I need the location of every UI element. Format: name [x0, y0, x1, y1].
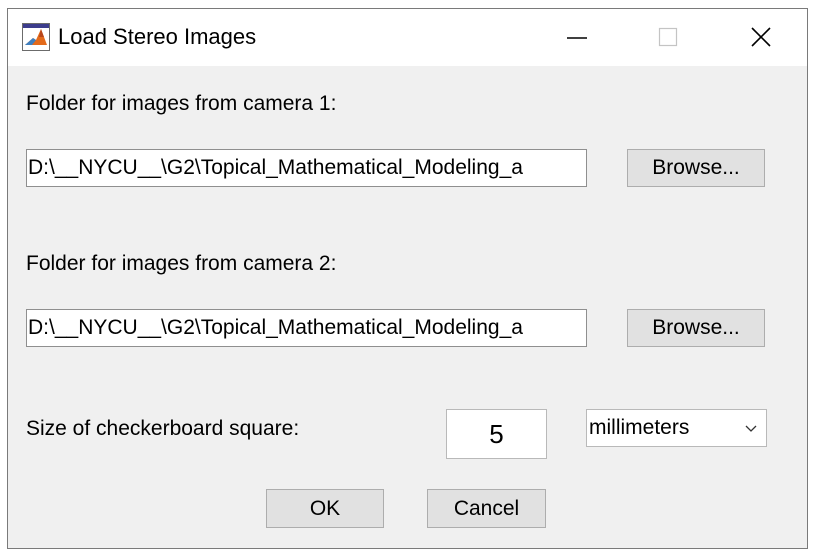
checkerboard-size-label: Size of checkerboard square:	[26, 417, 300, 440]
minimize-icon	[567, 37, 587, 39]
camera2-browse-button[interactable]: Browse...	[627, 309, 765, 347]
camera2-folder-input[interactable]: D:\__NYCU__\G2\Topical_Mathematical_Mode…	[26, 309, 587, 347]
cancel-button[interactable]: Cancel	[427, 489, 546, 528]
ok-button[interactable]: OK	[266, 489, 384, 528]
camera1-folder-input[interactable]: D:\__NYCU__\G2\Topical_Mathematical_Mode…	[26, 149, 587, 187]
checkerboard-size-input[interactable]: 5	[446, 409, 547, 459]
camera2-folder-label: Folder for images from camera 2:	[26, 252, 337, 275]
close-icon	[751, 27, 771, 47]
close-button[interactable]	[738, 18, 784, 58]
maximize-icon	[658, 27, 678, 47]
unit-dropdown-value: millimeters	[589, 416, 690, 439]
camera1-folder-label: Folder for images from camera 1:	[26, 92, 337, 115]
window-title: Load Stereo Images	[58, 24, 257, 49]
load-stereo-images-dialog: Load Stereo Images Folder for images fro…	[7, 8, 808, 549]
chevron-down-icon	[736, 410, 766, 446]
title-bar[interactable]: Load Stereo Images	[8, 9, 807, 66]
camera1-browse-button[interactable]: Browse...	[627, 149, 765, 187]
matlab-icon	[22, 23, 50, 51]
unit-dropdown[interactable]: millimeters	[586, 409, 767, 447]
maximize-button[interactable]	[645, 18, 691, 58]
minimize-button[interactable]	[554, 18, 600, 58]
